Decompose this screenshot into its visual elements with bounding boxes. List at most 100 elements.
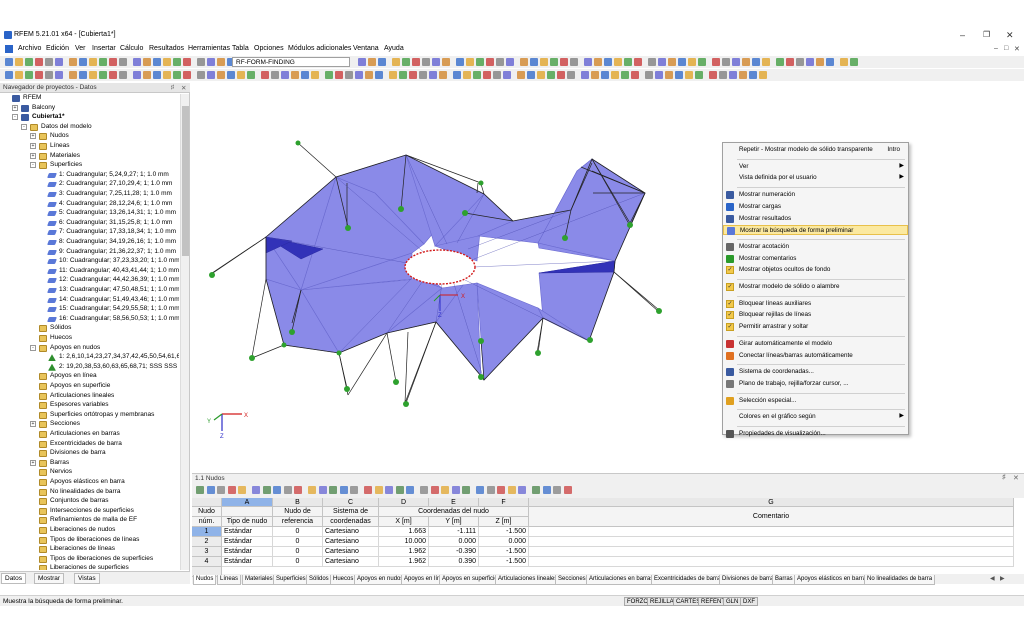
column-letter[interactable]: E	[429, 498, 479, 507]
tab-scroll-right-icon[interactable]: ▶	[1000, 575, 1005, 582]
toolbar-button-icon[interactable]	[530, 58, 538, 66]
cell-x[interactable]: 10.000	[379, 537, 429, 547]
toolbar-button-icon[interactable]	[621, 71, 629, 79]
tree-item[interactable]: Liberaciones de nudos	[0, 526, 179, 536]
table-tab[interactable]: No linealidades de barra	[864, 575, 936, 585]
context-menu-item[interactable]: Conectar líneas/barras automáticamente	[723, 351, 908, 361]
tab-vistas[interactable]: Vistas	[74, 573, 100, 584]
cell-x[interactable]: 1.962	[379, 557, 429, 567]
context-menu-item[interactable]: Girar automáticamente el modelo	[723, 339, 908, 349]
tree-item[interactable]: 10: Cuadrangular; 37,23,33,20; 1; 1.0 mm	[0, 257, 179, 267]
cell-comment[interactable]	[529, 527, 1014, 537]
toolbar-button-icon[interactable]	[816, 58, 824, 66]
table-tool-icon[interactable]	[273, 486, 281, 494]
tree-item[interactable]: 9: Cuadrangular; 21,36,22,37; 1; 1.0 mm	[0, 248, 179, 258]
toolbar-button-icon[interactable]	[557, 71, 565, 79]
status-toggle-dxf[interactable]: DXF	[740, 597, 758, 606]
scrollbar-thumb[interactable]	[182, 106, 189, 256]
tree-item[interactable]: 2: Cuadrangular; 27,10,29,4; 1; 1.0 mm	[0, 180, 179, 190]
table-tab[interactable]: Secciones	[555, 575, 589, 585]
tab-scroll-left-icon[interactable]: ◀	[990, 575, 995, 582]
cell-sys[interactable]: Cartesiano	[323, 557, 379, 567]
toolbar-button-icon[interactable]	[15, 71, 23, 79]
toolbar-button-icon[interactable]	[540, 58, 548, 66]
toolbar-button-icon[interactable]	[749, 71, 757, 79]
toolbar-button-icon[interactable]	[133, 58, 141, 66]
toolbar-button-icon[interactable]	[722, 58, 730, 66]
tab-datos[interactable]: Datos	[1, 573, 26, 584]
tree-item[interactable]: Divisiones de barra	[0, 449, 179, 459]
toolbar-button-icon[interactable]	[163, 58, 171, 66]
expand-icon[interactable]: +	[12, 104, 18, 111]
column-letter[interactable]: B	[273, 498, 323, 507]
navigator-close-icon[interactable]: ✕	[181, 84, 186, 92]
toolbar-button-icon[interactable]	[762, 58, 770, 66]
toolbar-button-icon[interactable]	[688, 58, 696, 66]
minimize-button[interactable]: –	[960, 30, 965, 40]
table-tab[interactable]: Apoyos elásticos en barra	[794, 575, 870, 585]
expand-icon[interactable]: +	[30, 459, 36, 466]
status-toggle-gln[interactable]: GLN	[723, 597, 742, 606]
tree-item[interactable]: Nervios	[0, 468, 179, 478]
table-tool-icon[interactable]	[238, 486, 246, 494]
tree-item[interactable]: 14: Cuadrangular; 51,49,43,46; 1; 1.0 mm	[0, 296, 179, 306]
expand-icon[interactable]: +	[30, 143, 36, 149]
table-tool-icon[interactable]	[227, 486, 236, 494]
tree-item[interactable]: 11: Cuadrangular; 40,43,41,44; 1; 1.0 mm	[0, 267, 179, 277]
column-letter[interactable]: A	[222, 498, 273, 507]
tree-item[interactable]: 16: Cuadrangular; 58,56,50,53; 1; 1.0 mm	[0, 315, 179, 325]
close-button[interactable]: ✕	[1006, 30, 1014, 41]
toolbar-button-icon[interactable]	[247, 71, 255, 79]
cell-comment[interactable]	[529, 537, 1014, 547]
toolbar-button-icon[interactable]	[486, 58, 494, 66]
toolbar-button-icon[interactable]	[5, 58, 13, 66]
toolbar-button-icon[interactable]	[786, 58, 794, 66]
tree-item[interactable]: 1: 2,6,10,14,23,27,34,37,42,45,50,54,61,…	[0, 353, 179, 363]
tree-item[interactable]: Intersecciones de superficies	[0, 507, 179, 517]
tree-item[interactable]: 7: Cuadrangular; 17,33,18,34; 1; 1.0 mm	[0, 228, 179, 238]
mdi-restore-button[interactable]: □	[1004, 45, 1008, 52]
toolbar-button-icon[interactable]	[432, 58, 440, 66]
toolbar-button-icon[interactable]	[419, 71, 427, 79]
toolbar-button-icon[interactable]	[584, 58, 592, 66]
cell-z[interactable]: -1.500	[479, 557, 529, 567]
toolbar-button-icon[interactable]	[99, 58, 107, 66]
toolbar-button-icon[interactable]	[752, 58, 760, 66]
toolbar-button-icon[interactable]	[55, 71, 63, 79]
toolbar-button-icon[interactable]	[358, 58, 366, 66]
toolbar-button-icon[interactable]	[442, 58, 450, 66]
toolbar-button-icon[interactable]	[79, 71, 87, 79]
cell-ref[interactable]: 0	[273, 527, 323, 537]
restore-button[interactable]: ❐	[983, 30, 990, 39]
tree-item[interactable]: + Materiales	[0, 152, 179, 162]
toolbar-button-icon[interactable]	[655, 71, 663, 79]
context-menu-item[interactable]: Mostrar cargas	[723, 202, 908, 212]
toolbar-button-icon[interactable]	[207, 58, 215, 66]
toolbar-button-icon[interactable]	[335, 71, 343, 79]
toolbar-button-icon[interactable]	[570, 58, 578, 66]
collapse-icon[interactable]: -	[12, 114, 18, 121]
table-tab[interactable]: Barras	[772, 575, 796, 585]
tree-item[interactable]: Tipos de liberaciones de superficies	[0, 555, 179, 565]
toolbar-button-icon[interactable]	[365, 71, 373, 79]
toolbar-button-icon[interactable]	[527, 71, 535, 79]
tree-item[interactable]: Articulaciones en barras	[0, 430, 179, 440]
table-tool-icon[interactable]	[441, 486, 449, 494]
toolbar-button-icon[interactable]	[55, 58, 63, 66]
collapse-icon[interactable]: -	[30, 344, 36, 351]
context-menu-item[interactable]: Mostrar resultados	[723, 214, 908, 224]
table-tab[interactable]: Articulaciones en barras	[586, 575, 657, 585]
table-tab[interactable]: Excentricidades de barra	[651, 575, 724, 585]
table-tab[interactable]: Superficies	[273, 575, 309, 585]
toolbar-button-icon[interactable]	[5, 71, 13, 79]
menu-opciones[interactable]: Opciones	[254, 45, 284, 52]
toolbar-button-icon[interactable]	[173, 58, 181, 66]
toolbar-button-icon[interactable]	[719, 71, 727, 79]
cell-y[interactable]: -1.111	[429, 527, 479, 537]
toolbar-button-icon[interactable]	[473, 71, 481, 79]
context-menu-item[interactable]: Mostrar la búsqueda de forma preliminar	[723, 225, 908, 236]
toolbar-button-icon[interactable]	[35, 71, 43, 79]
table-tool-icon[interactable]	[395, 486, 404, 494]
toolbar-button-icon[interactable]	[89, 58, 97, 66]
table-tool-icon[interactable]	[507, 486, 516, 494]
